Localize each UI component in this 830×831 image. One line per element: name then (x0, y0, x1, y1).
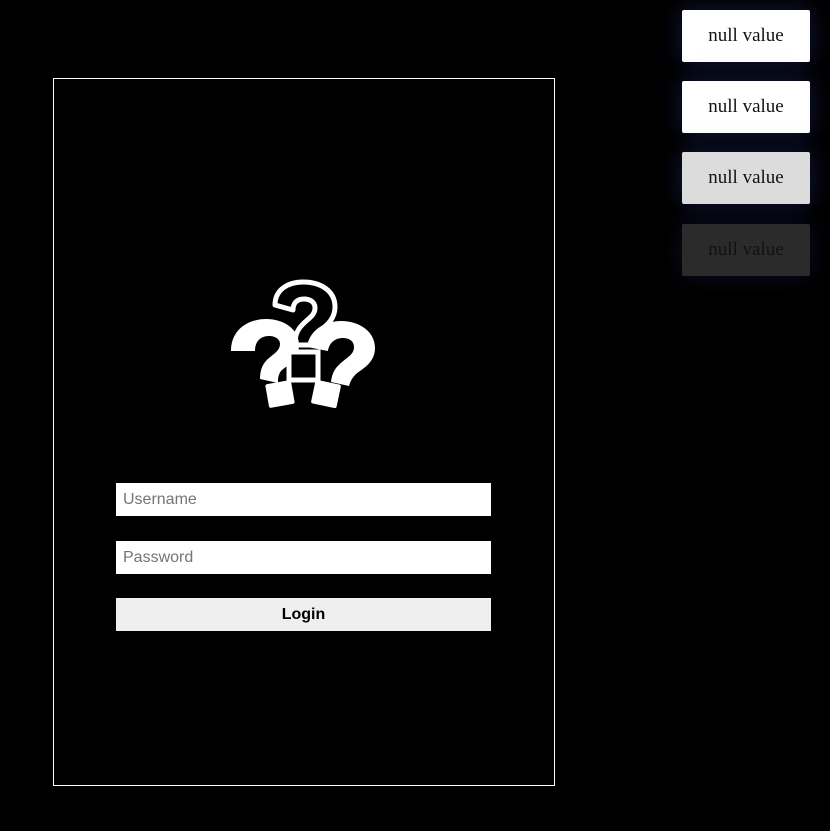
question-marks-icon (229, 279, 379, 414)
null-value-button-3[interactable]: null value (682, 152, 810, 204)
login-panel: Login (53, 78, 555, 786)
null-value-button-4[interactable]: null value (682, 224, 810, 276)
password-input[interactable] (116, 541, 491, 574)
null-value-button-1[interactable]: null value (682, 10, 810, 62)
username-input[interactable] (116, 483, 491, 516)
login-button[interactable]: Login (116, 598, 491, 631)
null-value-button-2[interactable]: null value (682, 81, 810, 133)
page: Login null value null value null value n… (0, 0, 830, 831)
